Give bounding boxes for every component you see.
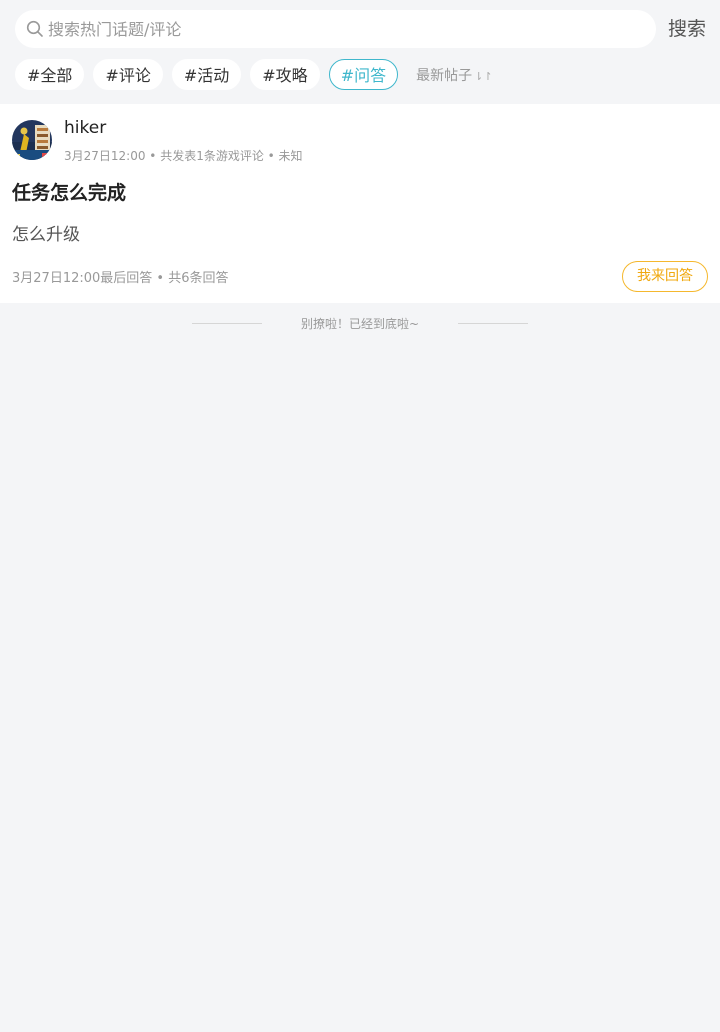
search-icon — [26, 20, 44, 38]
post-footer: 3月27日12:00最后回答 • 共6条回答 — [12, 271, 229, 286]
tag-comments[interactable]: #评论 — [93, 59, 163, 90]
post-title[interactable]: 任务怎么完成 — [12, 178, 126, 205]
post-card[interactable]: hiker 3月27日12:00 • 共发表1条游戏评论 • 未知 任务怎么完成… — [0, 104, 720, 303]
answer-button[interactable]: 我来回答 — [622, 261, 708, 292]
search-bar[interactable] — [15, 10, 656, 48]
tag-events[interactable]: #活动 — [171, 59, 242, 90]
post-body[interactable]: 怎么升级 — [12, 220, 80, 245]
sort-arrows-icon: ⇂↾ — [474, 69, 493, 83]
username[interactable]: hiker — [64, 118, 106, 138]
tag-qa[interactable]: #问答 — [328, 59, 399, 90]
search-input[interactable] — [48, 19, 608, 39]
topic-tag-bar: #全部 #评论 #活动 #攻略 #问答 最新帖子 ⇂↾ — [15, 59, 493, 90]
end-of-list-message: 别撩啦！已经到底啦~ — [300, 317, 420, 331]
avatar[interactable] — [12, 120, 52, 160]
tag-all[interactable]: #全部 — [15, 59, 85, 90]
sort-dropdown[interactable]: 最新帖子 ⇂↾ — [416, 65, 492, 85]
search-button[interactable]: 搜索 — [668, 17, 706, 41]
sort-label: 最新帖子 — [416, 67, 473, 84]
tag-guides[interactable]: #攻略 — [250, 59, 320, 90]
post-meta: 3月27日12:00 • 共发表1条游戏评论 • 未知 — [64, 149, 303, 163]
